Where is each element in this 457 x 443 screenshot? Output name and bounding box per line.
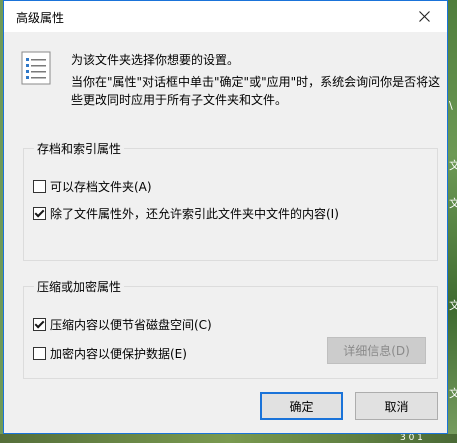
info-text-line: 为该文件夹选择你想要的设置。 [71,53,240,67]
archive-checkbox-row[interactable]: 可以存档文件夹(A) [33,178,152,195]
document-list-icon [21,51,51,85]
ok-button[interactable]: 确定 [260,392,343,420]
archive-checkbox[interactable] [33,180,46,193]
advanced-attributes-dialog: 高级属性 为该文件夹选择你想要的设置。 当你在"属性"对话框中单击"确定"或"应… [3,0,448,434]
cancel-button[interactable]: 取消 [355,392,438,420]
title-bar[interactable]: 高级属性 [4,1,447,32]
background-text: 3 0 1 [400,433,423,443]
encrypt-checkbox-row[interactable]: 加密内容以便保护数据(E) [33,345,187,362]
checkbox-label: 可以存档文件夹(A) [50,180,152,194]
compress-checkbox[interactable] [33,318,46,331]
index-checkbox[interactable] [33,207,46,220]
details-button[interactable]: 详细信息(D) [327,337,426,364]
checkbox-label: 除了文件属性外，还允许索引此文件夹中文件的内容(I) [50,207,339,221]
group-legend: 存档和索引属性 [34,140,125,157]
dialog-title: 高级属性 [16,11,65,25]
desktop-background-bottom [0,434,457,443]
checkbox-label: 加密内容以便保护数据(E) [50,347,187,361]
group-legend: 压缩或加密属性 [34,278,125,295]
encrypt-checkbox[interactable] [33,347,46,360]
background-text: 文 [449,159,457,172]
compress-checkbox-row[interactable]: 压缩内容以便节省磁盘空间(C) [33,316,212,333]
background-text: 文 [449,299,457,312]
index-checkbox-row[interactable]: 除了文件属性外，还允许索引此文件夹中文件的内容(I) [33,205,339,222]
background-text: 文 [449,387,457,400]
desktop-background-right [448,0,457,443]
background-text: 文 [449,197,457,210]
checkbox-label: 压缩内容以便节省磁盘空间(C) [50,318,212,332]
info-text-line: 些更改同时应用于所有子文件夹和文件。 [71,93,288,107]
close-icon [418,11,430,22]
background-text: \ [449,99,453,112]
info-text-line: 当你在"属性"对话框中单击"确定"或"应用"时，系统会询问你是否将这 [71,75,441,89]
close-button[interactable] [401,1,447,32]
